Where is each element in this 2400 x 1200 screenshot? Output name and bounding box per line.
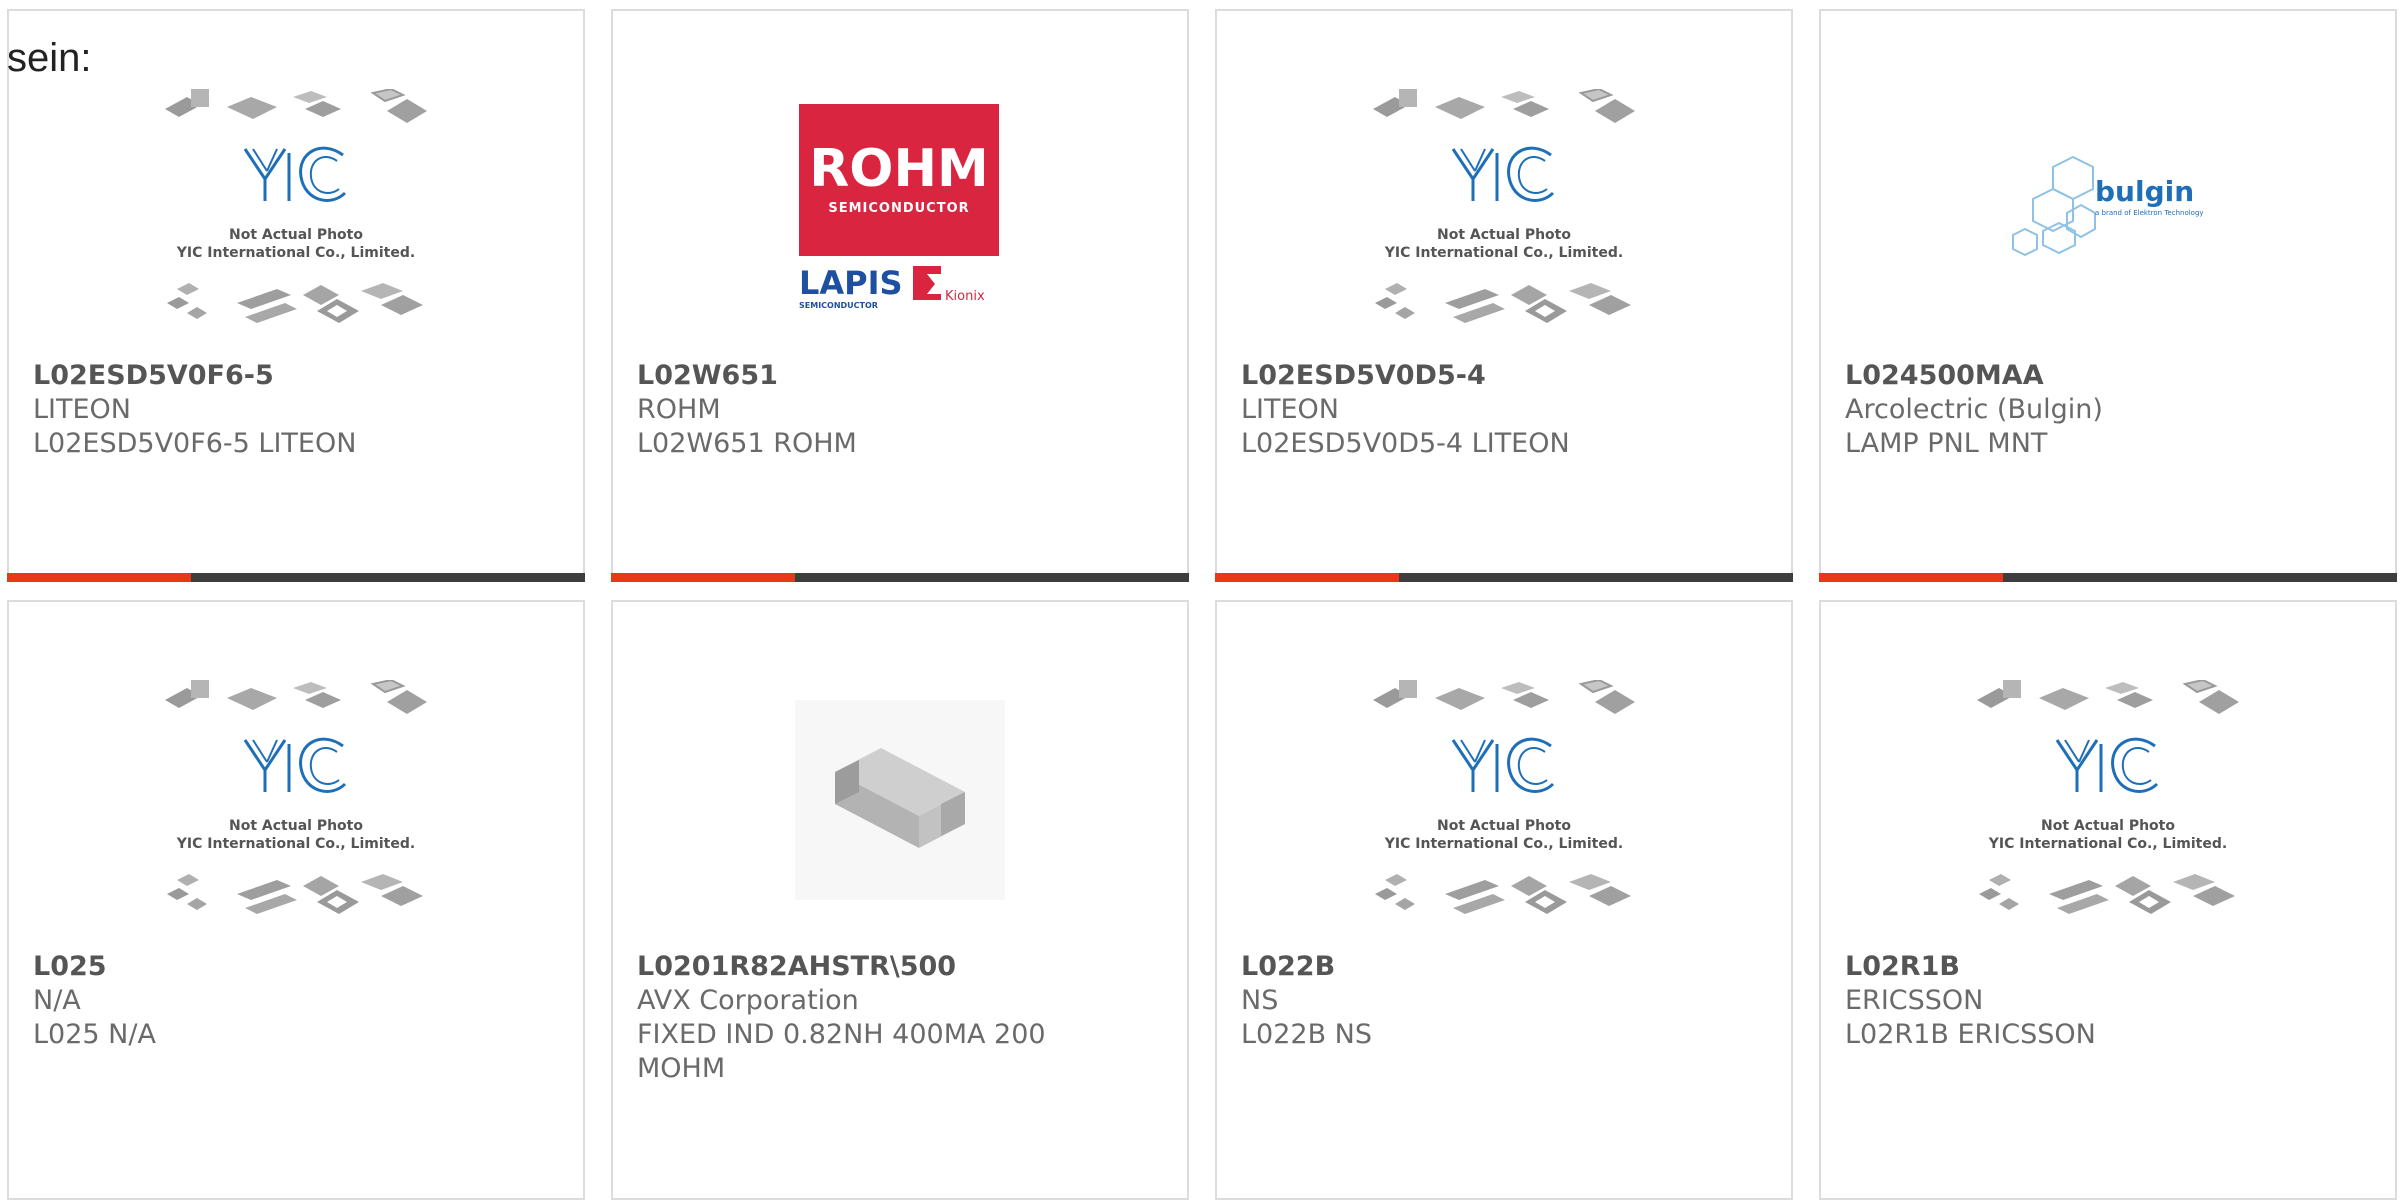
chip-component-image <box>613 650 1187 950</box>
svg-text:Not Actual Photo: Not Actual Photo <box>229 227 363 243</box>
product-card[interactable]: Not Actual Photo YIC International Co., … <box>1215 600 1793 1200</box>
svg-text:Not Actual Photo: Not Actual Photo <box>1437 227 1571 243</box>
card-progress-bar <box>1819 573 2397 582</box>
product-manufacturer: AVX Corporation <box>637 985 859 1016</box>
product-card[interactable]: bulgin a brand of Elektron Technology L0… <box>1819 9 2397 582</box>
svg-text:Not Actual Photo: Not Actual Photo <box>229 818 363 834</box>
svg-text:YIC International Co., Limited: YIC International Co., Limited. <box>1988 836 2227 852</box>
card-progress-bar <box>611 573 1189 582</box>
product-part-number[interactable]: L0201R82AHSTR\500 <box>637 950 1163 984</box>
card-progress-bar <box>7 573 585 582</box>
svg-text:YIC International Co., Limited: YIC International Co., Limited. <box>1384 245 1623 261</box>
product-description: L02ESD5V0F6-5 LITEON <box>33 428 357 459</box>
product-part-number[interactable]: L02ESD5V0D5-4 <box>1241 359 1767 393</box>
product-description: LAMP PNL MNT <box>1845 428 2048 459</box>
product-card[interactable]: Not Actual Photo YIC International Co., … <box>1215 9 1793 582</box>
product-image-placeholder: Not Actual Photo YIC International Co., … <box>1821 650 2395 950</box>
svg-text:YIC International Co., Limited: YIC International Co., Limited. <box>176 836 415 852</box>
svg-text:Not Actual Photo: Not Actual Photo <box>1437 818 1571 834</box>
svg-text:LAPIS: LAPIS <box>799 264 903 302</box>
product-manufacturer: N/A <box>33 985 81 1016</box>
product-description: L025 N/A <box>33 1019 156 1050</box>
product-manufacturer: Arcolectric (Bulgin) <box>1845 394 2103 425</box>
product-image-placeholder: Not Actual Photo YIC International Co., … <box>9 59 583 359</box>
product-manufacturer: ERICSSON <box>1845 985 1984 1016</box>
product-manufacturer: LITEON <box>33 394 132 425</box>
product-card[interactable]: Not Actual Photo YIC International Co., … <box>7 600 585 1200</box>
product-description: L022B NS <box>1241 1019 1373 1050</box>
product-image-placeholder: Not Actual Photo YIC International Co., … <box>1217 650 1791 950</box>
bulgin-logo: bulgin a brand of Elektron Technology <box>1821 59 2395 359</box>
product-part-number[interactable]: L02ESD5V0F6-5 <box>33 359 559 393</box>
rohm-logo: ROHM SEMICONDUCTOR LAPIS SEMICONDUCTOR K… <box>613 59 1187 359</box>
intro-text: sein: <box>7 36 92 80</box>
product-card[interactable]: Not Actual Photo YIC International Co., … <box>1819 600 2397 1200</box>
product-manufacturer: ROHM <box>637 394 721 425</box>
product-part-number[interactable]: L022B <box>1241 950 1767 984</box>
svg-text:Not Actual Photo: Not Actual Photo <box>2041 818 2175 834</box>
product-description: L02R1B ERICSSON <box>1845 1019 2096 1050</box>
product-manufacturer: NS <box>1241 985 1279 1016</box>
svg-text:SEMICONDUCTOR: SEMICONDUCTOR <box>828 201 969 216</box>
product-description: L02ESD5V0D5-4 LITEON <box>1241 428 1570 459</box>
svg-text:Kionix: Kionix <box>945 289 985 304</box>
product-part-number[interactable]: L025 <box>33 950 559 984</box>
product-part-number[interactable]: L02W651 <box>637 359 1163 393</box>
svg-text:SEMICONDUCTOR: SEMICONDUCTOR <box>799 301 878 310</box>
card-progress-bar <box>1215 573 1793 582</box>
product-manufacturer: LITEON <box>1241 394 1340 425</box>
product-card[interactable]: Not Actual Photo YIC International Co., … <box>7 9 585 582</box>
svg-text:a brand of Elektron Technology: a brand of Elektron Technology <box>2095 209 2204 217</box>
product-card[interactable]: L0201R82AHSTR\500 AVX Corporation FIXED … <box>611 600 1189 1200</box>
product-card[interactable]: ROHM SEMICONDUCTOR LAPIS SEMICONDUCTOR K… <box>611 9 1189 582</box>
svg-text:ROHM: ROHM <box>809 139 989 199</box>
svg-text:bulgin: bulgin <box>2095 175 2194 208</box>
product-description: FIXED IND 0.82NH 400MA 200 MOHM <box>637 1019 1046 1084</box>
product-description: L02W651 ROHM <box>637 428 857 459</box>
product-part-number[interactable]: L02R1B <box>1845 950 2371 984</box>
svg-text:YIC International Co., Limited: YIC International Co., Limited. <box>176 245 415 261</box>
product-image-placeholder: Not Actual Photo YIC International Co., … <box>1217 59 1791 359</box>
product-image-placeholder: Not Actual Photo YIC International Co., … <box>9 650 583 950</box>
svg-text:YIC International Co., Limited: YIC International Co., Limited. <box>1384 836 1623 852</box>
product-part-number[interactable]: L024500MAA <box>1845 359 2371 393</box>
